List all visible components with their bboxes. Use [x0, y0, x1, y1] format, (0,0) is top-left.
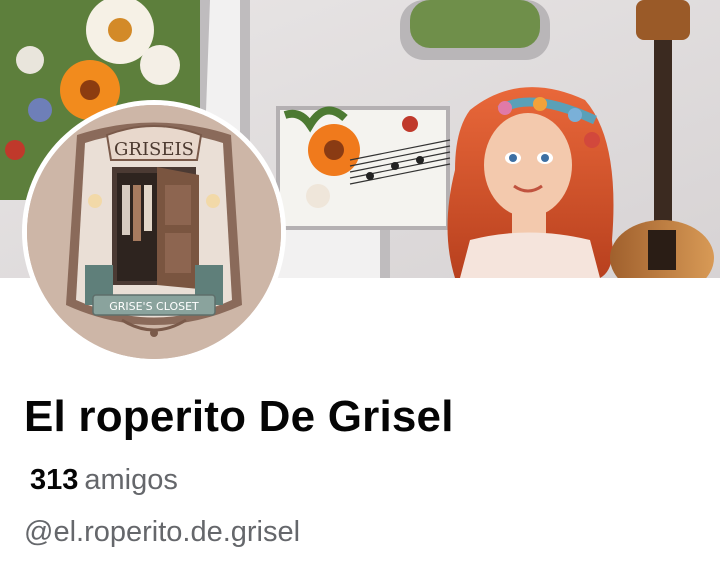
friends-label: amigos — [84, 464, 178, 496]
profile-picture-image: GRISEIS GRISE'S CLOSET — [27, 105, 281, 359]
friends-count: 313 — [30, 464, 79, 496]
profile-picture[interactable]: GRISEIS GRISE'S CLOSET — [22, 100, 286, 364]
profile-username: @el.roperito.de.grisel — [24, 516, 301, 548]
friends-count-link[interactable]: 313 amigos — [30, 464, 178, 497]
profile-name: El roperito De Grisel — [24, 392, 454, 441]
closet-banner-text: GRISE'S CLOSET — [109, 300, 199, 313]
closet-sign-text: GRISEIS — [114, 139, 194, 160]
